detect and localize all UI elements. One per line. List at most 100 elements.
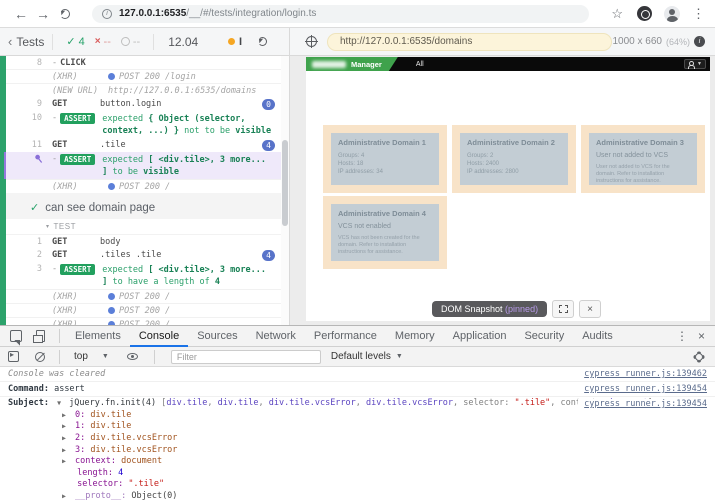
console-cleared-row: Console was cleared cypress_runner.js:13… — [0, 367, 715, 382]
viewport-dimensions: 1000 x 660 (64%) i — [612, 36, 705, 47]
browser-menu-icon[interactable]: ⋮ — [692, 6, 705, 22]
tree-row[interactable]: ▶ context: document — [62, 455, 715, 467]
tree-row[interactable]: ▶ 3: div.tile.vcsError — [62, 444, 715, 456]
source-link[interactable]: cypress_runner.js:139454 — [578, 399, 707, 409]
tree-row[interactable]: length: 4 — [62, 467, 715, 479]
command-row-get-tiles[interactable]: 2 GET .tiles .tile 4 — [6, 248, 281, 262]
tree-row[interactable]: ▶ 2: div.tile.vcsError — [62, 432, 715, 444]
xhr-row[interactable]: (XHR) POST 200 / — [6, 303, 281, 317]
xhr-row[interactable]: (XHR) POST 200 / — [6, 289, 281, 303]
aut-pane: Manager All ▼ Administrative Domain 1 Gr… — [290, 56, 715, 325]
tab-security[interactable]: Security — [515, 326, 573, 347]
test-body-section-header[interactable]: ▾ TEST — [6, 219, 281, 235]
viewport-info-icon[interactable]: i — [694, 36, 705, 47]
command-row-get-tile[interactable]: 11 GET .tile 4 — [6, 138, 281, 152]
xhr-row[interactable]: (XHR) POST 200 / — [6, 179, 281, 193]
tab-console[interactable]: Console — [130, 326, 188, 347]
xhr-row[interactable]: (XHR) POST 200 /login — [6, 69, 281, 83]
command-row-click[interactable]: 8 - CLICK — [6, 56, 281, 69]
back-icon[interactable]: ← — [10, 6, 32, 22]
profile-avatar[interactable] — [664, 6, 680, 22]
scrollbar-thumb[interactable] — [282, 140, 288, 226]
url-host: 127.0.0.1:6535 — [119, 8, 186, 19]
command-arg: button.login — [100, 99, 256, 109]
xhr-dot-icon — [108, 307, 115, 314]
command-name: GET — [52, 99, 100, 109]
test-title-can-see-domain-page[interactable]: ✓ can see domain page — [6, 193, 281, 219]
reporter-scrollbar[interactable] — [281, 56, 289, 325]
reload-icon[interactable] — [60, 9, 70, 19]
address-bar[interactable]: i 127.0.0.1:6535/__/#/tests/integration/… — [92, 5, 589, 23]
preview-item: div.tile.vcsError — [269, 398, 356, 408]
reporter-header: ‹ Tests ✓ 4 × -- -- 12.04 I — [0, 28, 290, 55]
command-label: Command: — [8, 384, 49, 394]
domain-tile-2[interactable]: Administrative Domain 2 Groups: 2 Hosts:… — [452, 125, 576, 193]
frame-selector[interactable]: top ▼ — [66, 351, 117, 362]
new-url-row[interactable]: (NEW URL) http://127.0.0.1:6535/domains — [6, 83, 281, 97]
app-tab-all[interactable]: All — [416, 61, 424, 68]
close-snapshot-button[interactable]: × — [579, 300, 601, 318]
tree-row[interactable]: selector: ".tile" — [62, 479, 715, 491]
back-to-tests-button[interactable]: ‹ Tests — [8, 34, 44, 49]
live-expression-eye-icon[interactable] — [127, 353, 138, 360]
tab-memory[interactable]: Memory — [386, 326, 444, 347]
pending-stat: -- — [121, 36, 140, 48]
tab-audits[interactable]: Audits — [573, 326, 622, 347]
domain-tile-3[interactable]: Administrative Domain 3 User not added t… — [581, 125, 705, 193]
assert-row-not-visible[interactable]: 10 - ASSERT expected { Object (selector,… — [6, 111, 281, 138]
xhr-row[interactable]: (XHR) POST 200 / — [6, 317, 281, 325]
domain-tile-4[interactable]: Administrative Domain 4 VCS not enabled … — [323, 196, 447, 269]
failed-x-icon: × — [95, 36, 101, 47]
bookmark-star-icon[interactable]: ☆ — [611, 6, 623, 22]
forward-icon[interactable]: → — [32, 6, 54, 22]
command-number: 2 — [6, 250, 52, 260]
aut-viewport: Manager All ▼ Administrative Domain 1 Gr… — [306, 57, 710, 321]
command-row-get-body[interactable]: 1 GET body — [6, 235, 281, 248]
tab-performance[interactable]: Performance — [305, 326, 386, 347]
tab-application[interactable]: Application — [444, 326, 516, 347]
inspect-element-icon[interactable] — [10, 330, 22, 342]
studio-toggle[interactable]: I — [228, 36, 242, 48]
clear-console-icon[interactable] — [35, 352, 45, 362]
expand-caret-icon: ▶ — [62, 446, 66, 454]
tree-value: Object(0) — [131, 491, 177, 501]
tile-line: Groups: 2 — [467, 152, 561, 160]
tile-title: Administrative Domain 1 — [338, 138, 432, 147]
tab-network[interactable]: Network — [247, 326, 305, 347]
tab-sources[interactable]: Sources — [188, 326, 246, 347]
source-link[interactable]: cypress_runner.js:139454 — [578, 384, 707, 394]
domain-tile-1[interactable]: Administrative Domain 1 Groups: 4 Hosts:… — [323, 125, 447, 193]
expander-caret-icon[interactable]: ▼ — [57, 399, 61, 407]
extension-icon[interactable] — [637, 6, 652, 21]
preview-key: selector: — [463, 398, 514, 408]
source-link[interactable]: cypress_runner.js:139462 — [578, 369, 707, 379]
preview-item: div.tile.vcsError — [366, 398, 453, 408]
tab-elements[interactable]: Elements — [66, 326, 130, 347]
snapshot-icon — [559, 305, 568, 313]
element-count-badge: 0 — [262, 99, 275, 110]
devtools-menu-icon[interactable]: ⋮ — [676, 329, 688, 343]
tree-row[interactable]: ▶ __proto__: Object(0) — [62, 490, 715, 502]
page-info-icon[interactable]: i — [102, 9, 112, 19]
device-toolbar-icon[interactable] — [36, 330, 45, 342]
devtools-close-icon[interactable]: × — [698, 329, 705, 343]
passed-stat: ✓ 4 — [66, 35, 84, 48]
aut-url-bar[interactable]: http://127.0.0.1:6535/domains — [327, 33, 612, 51]
xhr-tag: (XHR) — [52, 72, 108, 82]
tree-row[interactable]: ▶ 0: div.tile — [62, 409, 715, 421]
selector-playground-icon[interactable] — [306, 36, 317, 47]
unpin-snapshot-button[interactable] — [552, 300, 574, 318]
assert-row-length[interactable]: 3 - ASSERT expected [ <div.tile>, 3 more… — [6, 262, 281, 289]
console-settings-gear-icon[interactable] — [695, 353, 703, 361]
command-row-get-button-login[interactable]: 9 GET button.login 0 — [6, 97, 281, 111]
failed-stat: × -- — [95, 36, 111, 48]
app-user-menu[interactable]: ▼ — [684, 59, 706, 69]
console-filter-input[interactable] — [171, 350, 321, 364]
tile-line: IP addresses: 2800 — [467, 168, 561, 176]
log-levels-dropdown[interactable]: Default levels ▼ — [331, 351, 403, 362]
expand-caret-icon: ▶ — [62, 492, 66, 500]
tree-row[interactable]: ▶ 1: div.tile — [62, 421, 715, 433]
pinned-assert-row[interactable]: - ASSERT expected [ <div.tile>, 3 more..… — [4, 152, 281, 179]
rerun-tests-icon[interactable] — [258, 37, 267, 46]
console-sidebar-icon[interactable] — [8, 351, 19, 362]
